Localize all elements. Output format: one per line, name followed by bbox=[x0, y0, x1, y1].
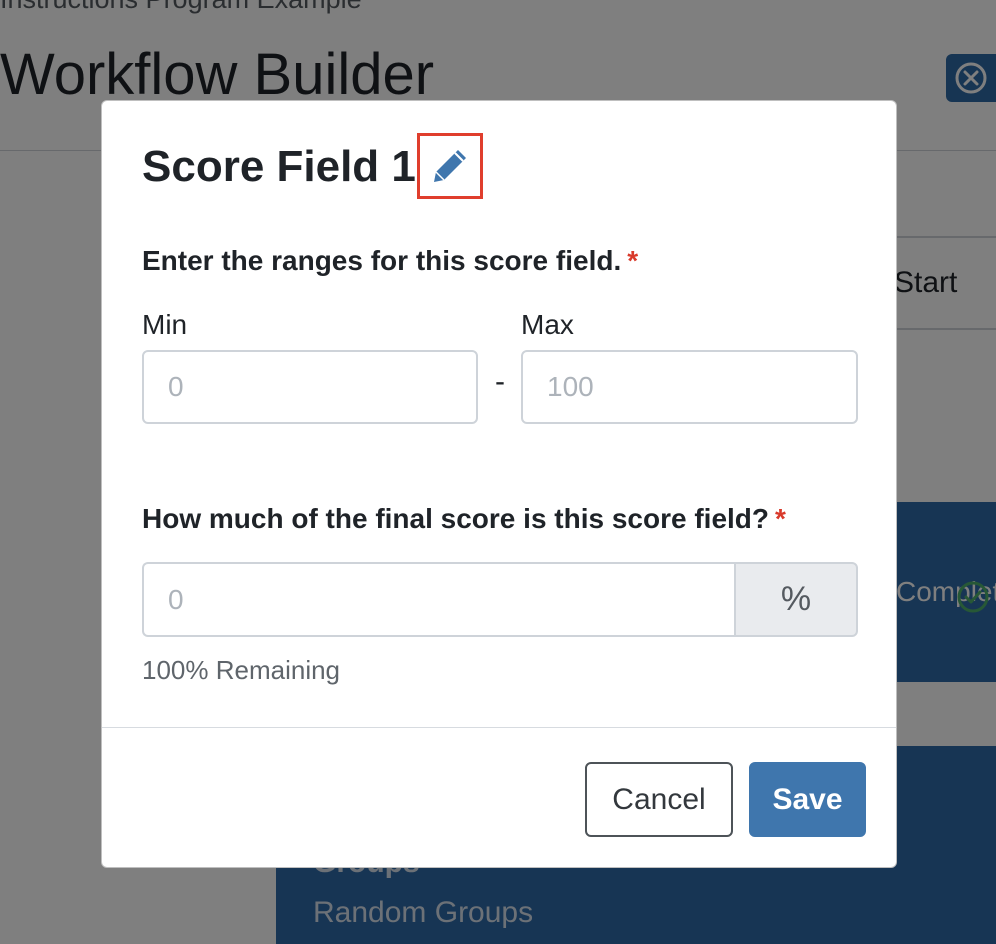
save-button[interactable]: Save bbox=[749, 762, 866, 837]
footer-divider bbox=[102, 727, 896, 728]
required-marker: * bbox=[775, 503, 786, 534]
max-label: Max bbox=[521, 309, 574, 340]
range-label-text: Enter the ranges for this score field. bbox=[142, 245, 622, 276]
weight-label-text: How much of the final score is this scor… bbox=[142, 503, 770, 534]
pencil-icon bbox=[434, 150, 466, 182]
percent-addon: % bbox=[734, 562, 858, 637]
modal-title: Score Field 1 bbox=[142, 142, 416, 191]
range-separator: - bbox=[495, 365, 505, 398]
modal-header: Score Field 1 bbox=[142, 137, 416, 197]
score-field-modal: Score Field 1 Enter the ranges for this … bbox=[101, 100, 897, 868]
weight-label: How much of the final score is this scor… bbox=[142, 503, 786, 535]
range-label: Enter the ranges for this score field. * bbox=[142, 245, 638, 277]
min-label: Min bbox=[142, 309, 188, 340]
weight-input-group: % bbox=[142, 562, 858, 637]
edit-title-button[interactable] bbox=[417, 133, 483, 199]
required-marker: * bbox=[627, 245, 639, 276]
remaining-text: 100% Remaining bbox=[142, 655, 341, 685]
cancel-button[interactable]: Cancel bbox=[585, 762, 733, 837]
min-input[interactable] bbox=[142, 350, 478, 424]
weight-input[interactable] bbox=[142, 562, 736, 637]
max-input[interactable] bbox=[521, 350, 858, 424]
